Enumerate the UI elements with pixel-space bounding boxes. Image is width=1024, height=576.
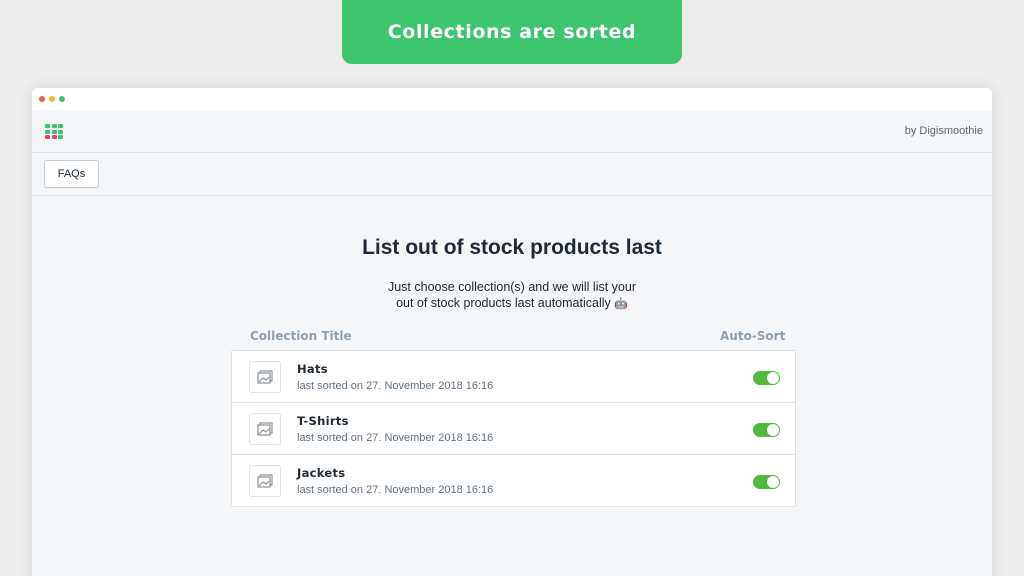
app-byline: by Digismoothie: [904, 125, 983, 137]
auto-sort-toggle[interactable]: [753, 423, 780, 437]
collection-last-sorted: last sorted on 27. November 2018 16:16: [297, 484, 494, 496]
toggle-knob: [767, 476, 779, 488]
image-placeholder-icon: [249, 413, 281, 445]
collection-last-sorted: last sorted on 27. November 2018 16:16: [297, 432, 494, 444]
page-subtitle: Just choose collection(s) and we will li…: [32, 279, 992, 312]
auto-sort-toggle[interactable]: [753, 371, 780, 385]
success-banner: Collections are sorted: [342, 0, 682, 64]
collection-title: Hats: [297, 362, 328, 376]
app-header: by Digismoothie: [32, 110, 992, 153]
subtitle-line-2: out of stock products last automatically: [396, 296, 611, 310]
toggle-knob: [767, 372, 779, 384]
robot-emoji-icon: 🤖: [614, 297, 628, 310]
minimize-window-icon[interactable]: [49, 96, 55, 102]
image-placeholder-icon: [249, 361, 281, 393]
maximize-window-icon[interactable]: [59, 96, 65, 102]
banner-text: Collections are sorted: [387, 21, 637, 43]
close-window-icon[interactable]: [39, 96, 45, 102]
window-titlebar: [32, 88, 992, 110]
subtitle-line-1: Just choose collection(s) and we will li…: [387, 280, 637, 294]
table-row[interactable]: Jackets last sorted on 27. November 2018…: [232, 455, 795, 506]
collection-title: Jackets: [297, 466, 346, 480]
app-window: by Digismoothie FAQs List out of stock p…: [32, 88, 992, 576]
table-row[interactable]: Hats last sorted on 27. November 2018 16…: [232, 351, 795, 403]
collection-list: Hats last sorted on 27. November 2018 16…: [231, 350, 796, 507]
column-header-title: Collection Title: [250, 329, 352, 343]
grid-logo-icon: [45, 124, 63, 140]
image-placeholder-icon: [249, 465, 281, 497]
toggle-knob: [767, 424, 779, 436]
collection-last-sorted: last sorted on 27. November 2018 16:16: [297, 380, 494, 392]
faqs-button[interactable]: FAQs: [44, 160, 99, 188]
subtitle-line-2-wrap: out of stock products last automatically…: [32, 295, 992, 312]
column-header-autosort: Auto-Sort: [720, 329, 786, 343]
page-title: List out of stock products last: [362, 236, 662, 259]
toolbar: FAQs: [32, 153, 992, 196]
table-row[interactable]: T-Shirts last sorted on 27. November 201…: [232, 403, 795, 455]
collection-title: T-Shirts: [297, 414, 349, 428]
auto-sort-toggle[interactable]: [753, 475, 780, 489]
